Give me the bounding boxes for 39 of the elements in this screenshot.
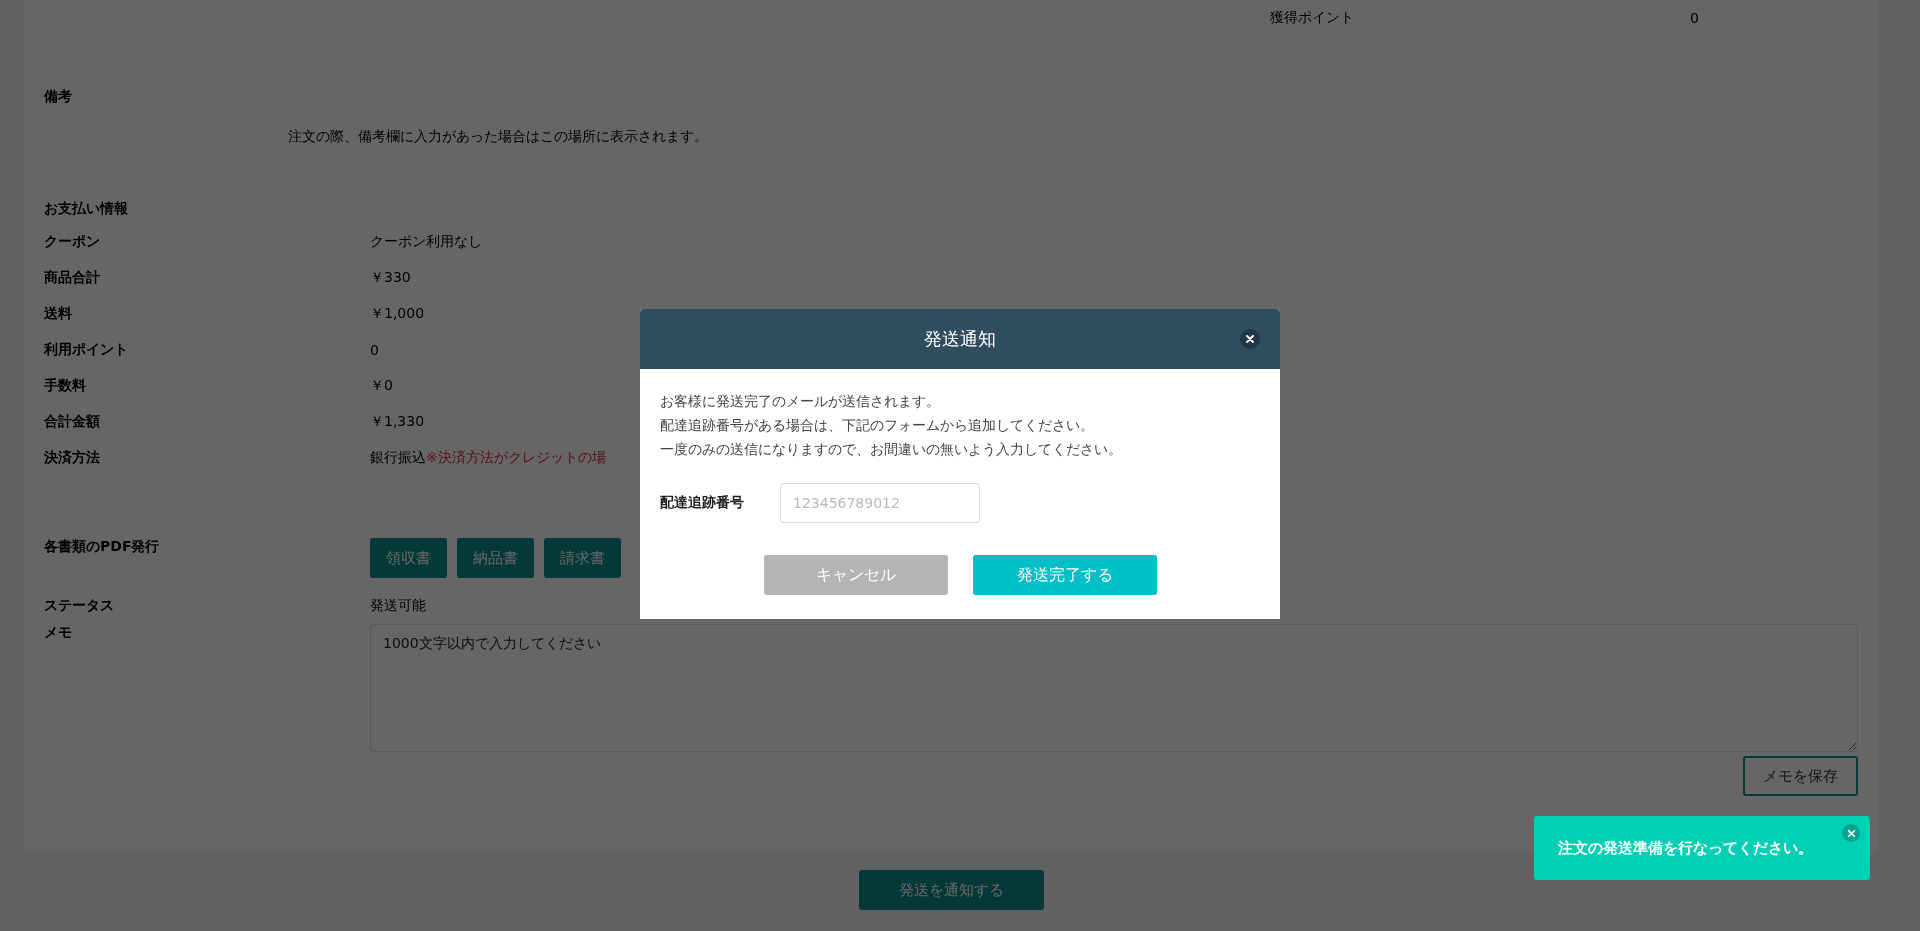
toast-message: 注文の発送準備を行なってください。 [1558, 838, 1813, 858]
close-button[interactable] [1240, 329, 1260, 349]
section-heading: お支払い情報 [44, 199, 129, 218]
modal-message: お客様に発送完了のメールが送信されます。 配達追跡番号がある場合は、下記のフォームから追加してください。 一度のみの送信になりますので、お間違いの無いよう入力してください。 [660, 392, 1123, 459]
row-label: ステータス [44, 597, 114, 615]
pdf-button[interactable]: 領収書 [370, 538, 447, 578]
row-value: 0 [1690, 10, 1699, 26]
row-label: 利用ポイント [44, 341, 128, 359]
row-value: ￥330 [370, 269, 411, 287]
row-label: 合計金額 [44, 413, 100, 431]
row-label: 各書類のPDF発行 [44, 538, 160, 556]
row-label: メモ [44, 624, 72, 642]
row-label: 商品合計 [44, 269, 100, 287]
row-value: 発送可能 [370, 597, 426, 615]
row-value: ￥0 [370, 377, 393, 395]
close-icon [1245, 334, 1255, 344]
row-value: ￥1,330 [370, 413, 425, 431]
row-value: クーポン利用なし [370, 233, 482, 251]
memo-field[interactable]: 1000文字以内で入力してください [370, 624, 1858, 752]
cancel-button[interactable]: キャンセル [763, 555, 948, 595]
row-value: ￥1,000 [370, 305, 425, 323]
field-label: 配達追跡番号 [660, 494, 745, 512]
row-value: 0 [370, 342, 379, 358]
confirm-button[interactable]: 発送完了する [972, 555, 1157, 595]
pdf-button[interactable]: 請求書 [544, 538, 621, 578]
save-memo-button[interactable]: メモを保存 [1743, 756, 1858, 796]
row-label: 送料 [44, 305, 72, 323]
remarks-text: 注文の際、備考欄に入力があった場合はこの場所に表示されます。 [287, 127, 709, 146]
row-label: 獲得ポイント [1270, 9, 1355, 27]
tracking-number-field[interactable]: 123456789012 [780, 483, 980, 523]
pdf-button[interactable]: 納品書 [457, 538, 534, 578]
section-heading: 備考 [44, 87, 73, 106]
row-value: 銀行振込※決済方法がクレジットの場 [370, 449, 606, 467]
row-label: 決済方法 [44, 449, 100, 467]
modal-title: 発送通知 [924, 327, 996, 351]
notify-button[interactable]: 発送を通知する [858, 870, 1044, 910]
row-label: クーポン [44, 233, 100, 251]
row-label: 手数料 [44, 377, 86, 395]
close-icon [1846, 828, 1856, 838]
